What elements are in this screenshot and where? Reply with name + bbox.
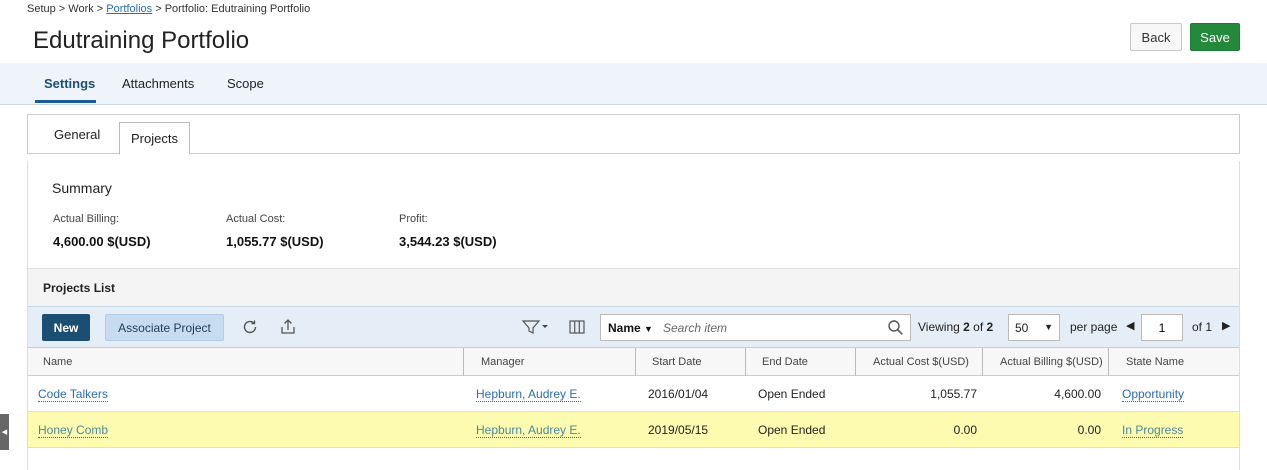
breadcrumb-link-portfolios[interactable]: Portfolios: [106, 3, 152, 15]
project-name-link[interactable]: Code Talkers: [38, 376, 108, 412]
projects-list-title: Projects List: [43, 281, 116, 295]
state-link[interactable]: Opportunity: [1122, 376, 1185, 412]
end-date: Open Ended: [758, 387, 826, 401]
column-header-actual-billing[interactable]: Actual Billing $(USD): [983, 348, 1109, 376]
profit-value: 3,544.23 $(USD): [399, 234, 497, 249]
column-header-actual-cost[interactable]: Actual Cost $(USD): [856, 348, 983, 376]
column-header-state-name[interactable]: State Name: [1109, 348, 1239, 376]
breadcrumb: Setup > Work > Portfolios > Portfolio: E…: [27, 3, 310, 15]
subtab-general[interactable]: General: [54, 115, 100, 154]
export-icon[interactable]: [278, 317, 298, 337]
chevron-down-icon: ▼: [644, 324, 653, 334]
per-page-label: per page: [1070, 320, 1118, 334]
manager-link[interactable]: Hepburn, Audrey E.: [476, 376, 581, 412]
profit-label: Profit:: [399, 213, 428, 225]
save-button[interactable]: Save: [1190, 23, 1240, 51]
column-header-manager[interactable]: Manager: [464, 348, 636, 376]
actual-cost: 1,055.77: [930, 387, 977, 401]
chevron-left-icon: ◀: [1, 429, 8, 436]
grid-header: Name Manager Start Date End Date Actual …: [28, 347, 1239, 376]
summary-title: Summary: [52, 180, 112, 196]
actual-billing-value: 4,600.00 $(USD): [53, 234, 151, 249]
end-date: Open Ended: [758, 423, 826, 437]
sub-tab-bar: General Projects: [27, 114, 1240, 155]
table-row[interactable]: Honey Comb Hepburn, Audrey E. 2019/05/15…: [28, 412, 1239, 448]
manager-link[interactable]: Hepburn, Audrey E.: [476, 412, 581, 448]
new-button[interactable]: New: [42, 314, 90, 341]
viewing-count: Viewing 2 of 2: [918, 320, 993, 334]
active-tab-indicator: [35, 100, 96, 103]
column-header-end-date[interactable]: End Date: [746, 348, 856, 376]
search-input[interactable]: [663, 320, 883, 336]
tab-scope[interactable]: Scope: [227, 76, 264, 91]
prev-page-icon[interactable]: ◀: [1126, 319, 1134, 332]
project-name: Honey Comb: [38, 422, 109, 438]
actual-cost-value: 1,055.77 $(USD): [226, 234, 324, 249]
state-name: Opportunity: [1122, 386, 1185, 402]
manager-name: Hepburn, Audrey E.: [476, 422, 581, 438]
viewing-of: of: [969, 320, 987, 334]
search-scope-label: Name: [608, 321, 641, 335]
back-button[interactable]: Back: [1130, 23, 1182, 51]
project-name: Code Talkers: [38, 386, 108, 402]
column-header-start-date[interactable]: Start Date: [636, 348, 746, 376]
filter-icon[interactable]: [520, 317, 550, 337]
actual-billing: 4,600.00: [1054, 387, 1101, 401]
subtab-projects[interactable]: Projects: [119, 122, 190, 155]
actual-cost: 0.00: [953, 423, 977, 437]
per-page-value: 50: [1015, 321, 1029, 335]
search-box: Name ▼: [600, 314, 911, 341]
page-total-label: of 1: [1192, 320, 1213, 334]
viewing-total: 2: [986, 320, 994, 334]
main-tab-bar: Settings Attachments Scope: [0, 63, 1267, 105]
next-page-icon[interactable]: ▶: [1222, 319, 1230, 332]
state-link[interactable]: In Progress: [1122, 412, 1184, 448]
actual-billing-label: Actual Billing:: [53, 213, 120, 225]
collapse-handle[interactable]: ◀: [0, 414, 9, 450]
project-name-link[interactable]: Honey Comb: [38, 412, 109, 448]
start-date: 2019/05/15: [648, 423, 709, 437]
projects-list-header: Projects List: [28, 268, 1239, 306]
viewing-shown: 2: [963, 320, 970, 334]
breadcrumb-prefix: Setup > Work >: [27, 3, 107, 15]
page-number-input[interactable]: [1141, 314, 1183, 341]
page-title: Edutraining Portfolio: [33, 27, 250, 54]
actual-cost-label: Actual Cost:: [226, 213, 286, 225]
search-icon[interactable]: [887, 319, 904, 341]
actual-billing: 0.00: [1077, 423, 1101, 437]
column-header-name[interactable]: Name: [28, 348, 464, 376]
associate-project-button[interactable]: Associate Project: [105, 314, 224, 341]
refresh-icon[interactable]: [240, 317, 260, 337]
manager-name: Hepburn, Audrey E.: [476, 386, 581, 402]
table-row[interactable]: Code Talkers Hepburn, Audrey E. 2016/01/…: [28, 376, 1239, 412]
per-page-select[interactable]: 50 ▼: [1008, 314, 1060, 341]
projects-toolbar: New Associate Project Name ▼ Viewing 2 o…: [28, 306, 1239, 347]
viewing-prefix: Viewing: [918, 320, 964, 334]
chevron-down-icon: ▼: [1044, 322, 1053, 332]
breadcrumb-suffix: > Portfolio: Edutraining Portfolio: [152, 3, 311, 15]
search-scope-select[interactable]: Name ▼: [608, 321, 653, 335]
columns-icon[interactable]: [567, 317, 587, 337]
state-name: In Progress: [1122, 422, 1184, 438]
tab-settings[interactable]: Settings: [44, 76, 95, 91]
start-date: 2016/01/04: [648, 387, 709, 401]
tab-attachments[interactable]: Attachments: [122, 76, 194, 91]
